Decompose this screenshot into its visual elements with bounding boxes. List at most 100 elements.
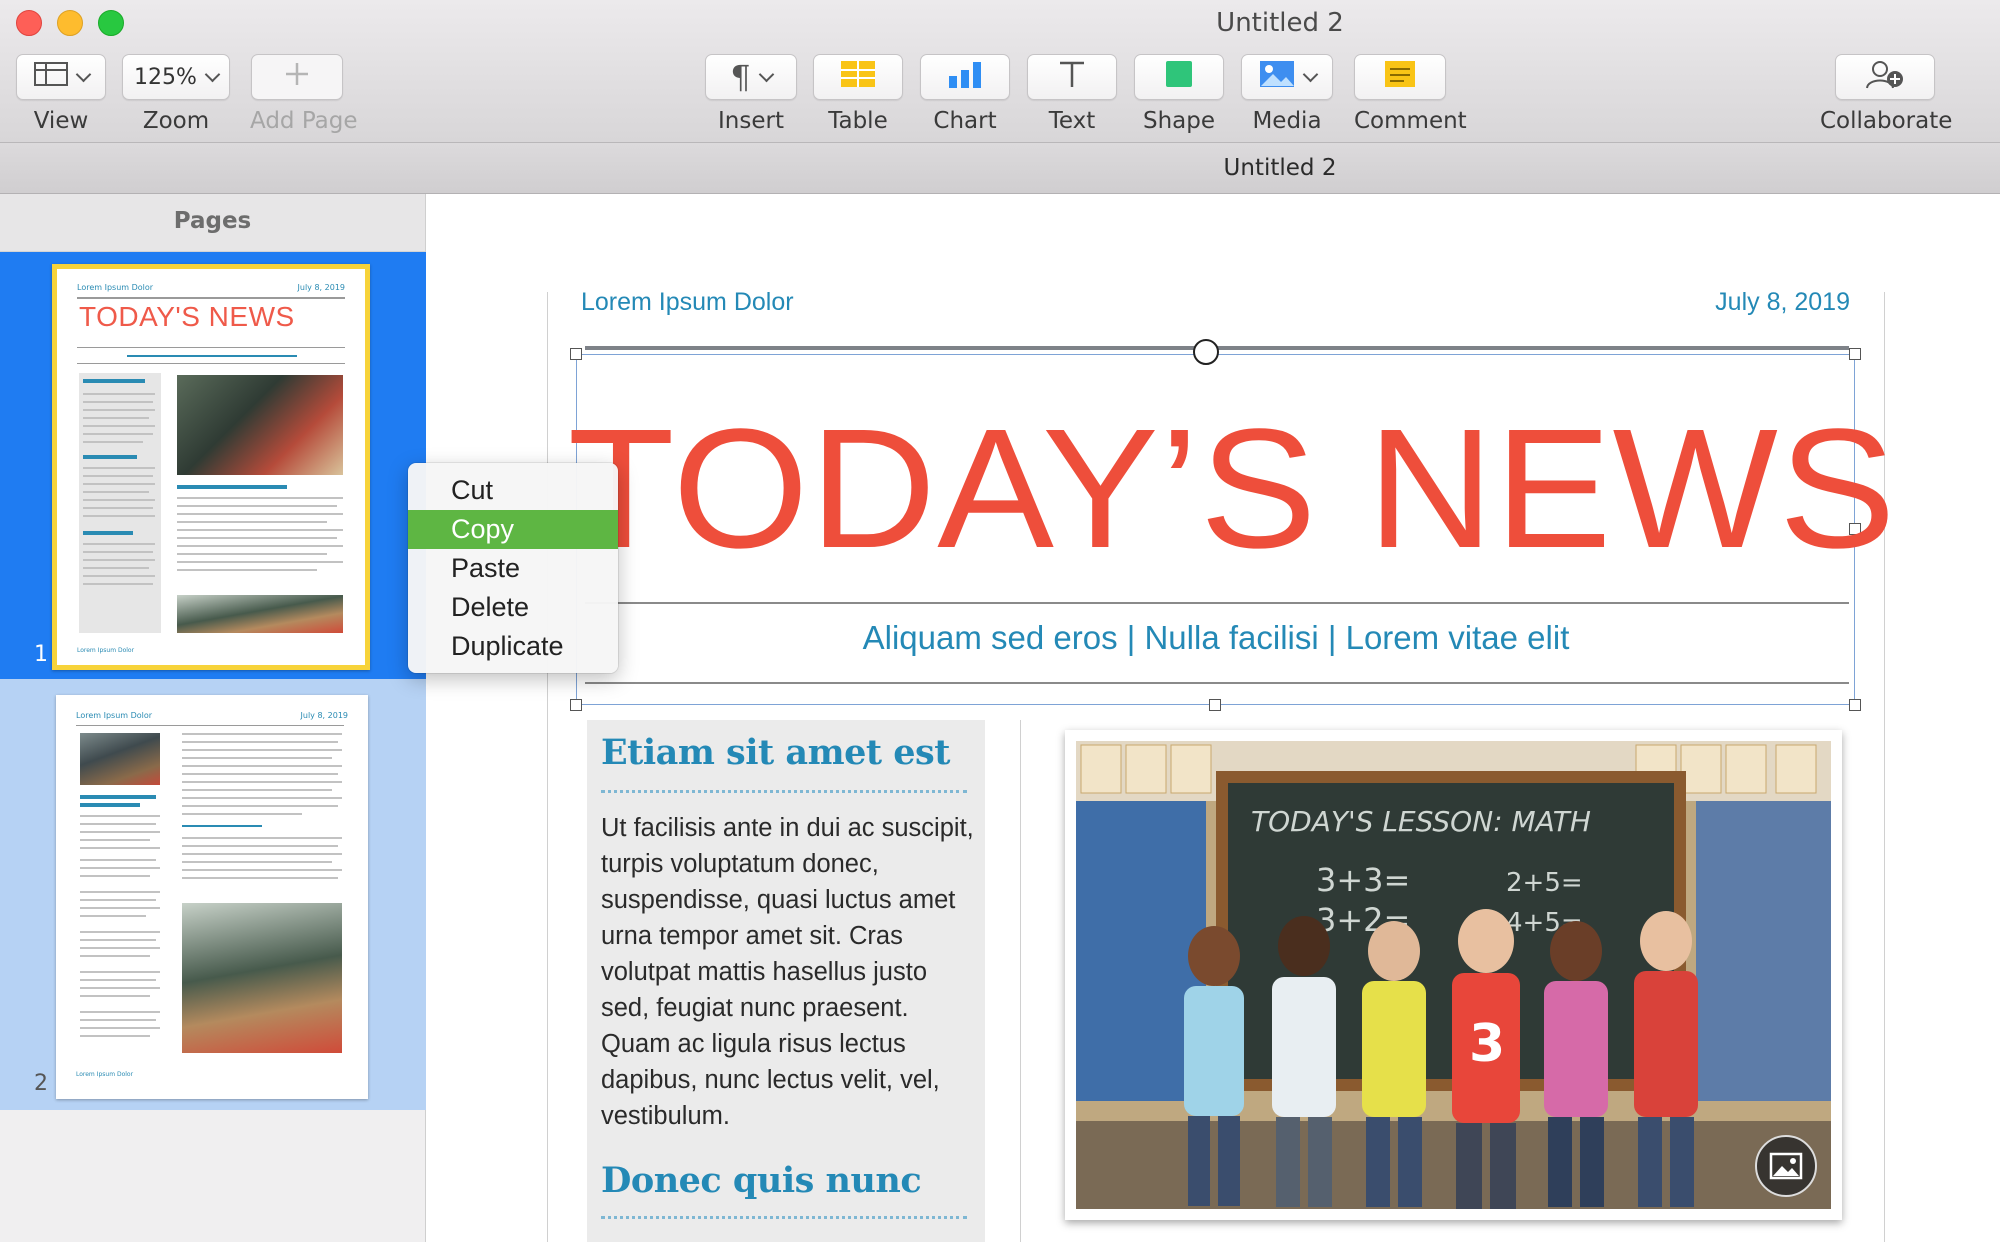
add-page-label: Add Page: [250, 108, 358, 134]
comment-button[interactable]: [1354, 54, 1446, 100]
page-1-preview[interactable]: Lorem Ipsum Dolor July 8, 2019 TODAY'S N…: [52, 264, 370, 670]
document-tab-bar: Untitled 2: [0, 143, 2000, 194]
table-button[interactable]: [813, 54, 903, 100]
document-tab-title: Untitled 2: [1223, 155, 1337, 181]
comment-tool[interactable]: Comment: [1354, 54, 1467, 134]
thumb-footer-left: Lorem Ipsum Dolor: [77, 647, 135, 654]
collaborate-label: Collaborate: [1820, 108, 1953, 134]
resize-handle-top-right[interactable]: [1849, 348, 1861, 360]
insert-label: Insert: [718, 108, 784, 134]
dotted-rule-2: [601, 1216, 967, 1219]
square-shape-icon: [1165, 60, 1193, 94]
view-button[interactable]: [16, 54, 106, 100]
photo-icon: [1259, 60, 1295, 94]
collaborate-button[interactable]: [1835, 54, 1935, 100]
bar-chart-icon: [947, 60, 983, 94]
chart-button[interactable]: [920, 54, 1010, 100]
menu-item-delete[interactable]: Delete: [408, 588, 618, 627]
menu-item-paste[interactable]: Paste: [408, 549, 618, 588]
zoom-label: Zoom: [142, 108, 210, 134]
subhead-rule-bottom: [585, 682, 1849, 684]
thumb-photo: [177, 375, 343, 475]
thumb-header-right: July 8, 2019: [297, 283, 345, 292]
table-label: Table: [828, 108, 888, 134]
document-header-left[interactable]: Lorem Ipsum Dolor: [581, 288, 794, 317]
menu-item-duplicate[interactable]: Duplicate: [408, 627, 618, 666]
subheadline[interactable]: Aliquam sed eros | Nulla facilisi | Lore…: [587, 619, 1845, 657]
view-label: View: [33, 108, 89, 134]
insert-button[interactable]: ¶: [705, 54, 797, 100]
resize-handle-top-left[interactable]: [570, 348, 582, 360]
window-toolbar: Untitled 2 View 125% Zoom Add Page ¶ Ins…: [0, 0, 2000, 143]
article-sidebar-box[interactable]: Etiam sit amet est Ut facilisis ante in …: [587, 720, 985, 1242]
subhead-rule-top: [585, 602, 1849, 604]
media-button[interactable]: [1241, 54, 1333, 100]
page-number-2: 2: [34, 1071, 48, 1096]
insert-tool[interactable]: ¶ Insert: [705, 54, 797, 134]
collaborate-tool[interactable]: Collaborate: [1820, 54, 1953, 134]
classroom-photo[interactable]: TODAY'S LESSON: MATH 3+3= 3+2= 2+5= 4+5=…: [1076, 741, 1831, 1209]
photo-icon[interactable]: [1755, 1135, 1817, 1197]
thumb-title: TODAY'S NEWS: [79, 301, 295, 332]
sidebar-body-text: Ut facilisis ante in dui ac suscipit, tu…: [601, 814, 974, 1130]
chart-tool[interactable]: Chart: [920, 54, 1010, 134]
thumb-photo-pencils: [177, 595, 343, 633]
pages-sidebar: Pages Lorem Ipsum Dolor July 8, 2019 TOD…: [0, 194, 426, 1242]
view-tool[interactable]: View: [16, 54, 106, 134]
chevron-down-icon: [1302, 66, 1318, 82]
page-thumbnail-2[interactable]: Lorem Ipsum Dolor July 8, 2019 Lorem Ips…: [0, 679, 426, 1110]
classroom-photo-illustration: TODAY'S LESSON: MATH 3+3= 3+2= 2+5= 4+5=…: [1076, 741, 1831, 1209]
media-label: Media: [1252, 108, 1322, 134]
sidebar-heading-1: Etiam sit amet est: [601, 732, 950, 773]
page-thumbnail-1[interactable]: Lorem Ipsum Dolor July 8, 2019 TODAY'S N…: [0, 252, 426, 679]
thumb2-footer-left: Lorem Ipsum Dolor: [76, 1071, 134, 1078]
table-tool[interactable]: Table: [813, 54, 903, 134]
resize-handle-bottom-left[interactable]: [570, 699, 582, 711]
table-icon: [840, 60, 876, 94]
pages-sidebar-header: Pages: [0, 194, 425, 252]
chevron-down-icon: [75, 66, 91, 82]
comment-note-icon: [1384, 60, 1416, 94]
text-t-icon: [1057, 59, 1087, 95]
page-2-preview[interactable]: Lorem Ipsum Dolor July 8, 2019 Lorem Ips…: [56, 695, 368, 1099]
rotate-handle[interactable]: [1193, 339, 1219, 365]
text-label: Text: [1048, 108, 1096, 134]
thumb-header-left: Lorem Ipsum Dolor: [77, 283, 154, 292]
svg-text:3+3=: 3+3=: [1316, 861, 1410, 899]
shape-tool[interactable]: Shape: [1134, 54, 1224, 134]
svg-text:2+5=: 2+5=: [1506, 868, 1583, 898]
page-context-menu: Cut Copy Paste Delete Duplicate: [408, 463, 618, 673]
text-tool[interactable]: Text: [1027, 54, 1117, 134]
document-header-date[interactable]: July 8, 2019: [1715, 288, 1850, 317]
column-divider: [1020, 720, 1021, 1242]
shape-button[interactable]: [1134, 54, 1224, 100]
text-button[interactable]: [1027, 54, 1117, 100]
chart-label: Chart: [933, 108, 997, 134]
menu-item-cut[interactable]: Cut: [408, 471, 618, 510]
resize-handle-bottom[interactable]: [1209, 699, 1221, 711]
add-page-tool[interactable]: Add Page: [250, 54, 358, 134]
dotted-rule: [601, 790, 967, 793]
zoom-popup[interactable]: 125%: [122, 54, 230, 100]
sidebar-heading-2: Donec quis nunc: [601, 1160, 922, 1201]
media-tool[interactable]: Media: [1241, 54, 1333, 134]
sidebar-layout-icon: [33, 62, 68, 92]
headline[interactable]: TODAY’S NEWS: [568, 389, 1896, 589]
menu-item-copy[interactable]: Copy: [408, 510, 618, 549]
add-page-button[interactable]: [251, 54, 343, 100]
zoom-tool[interactable]: 125% Zoom: [122, 54, 230, 134]
person-add-icon: [1865, 59, 1905, 95]
resize-handle-bottom-right[interactable]: [1849, 699, 1861, 711]
chevron-down-icon: [758, 66, 774, 82]
thumb2-photo-large: [182, 903, 342, 1053]
shape-label: Shape: [1142, 108, 1216, 134]
document-canvas[interactable]: Lorem Ipsum Dolor July 8, 2019 TODAY’S N…: [427, 194, 2000, 1242]
page-number-1: 1: [34, 642, 48, 667]
svg-text:3: 3: [1469, 1014, 1505, 1074]
window-title: Untitled 2: [1216, 8, 1344, 38]
pilcrow-icon: ¶: [730, 58, 751, 96]
chevron-down-icon: [204, 66, 221, 82]
plus-icon: [283, 60, 311, 94]
thumb2-header-right: July 8, 2019: [300, 711, 348, 720]
photo-frame[interactable]: TODAY'S LESSON: MATH 3+3= 3+2= 2+5= 4+5=…: [1065, 730, 1842, 1220]
